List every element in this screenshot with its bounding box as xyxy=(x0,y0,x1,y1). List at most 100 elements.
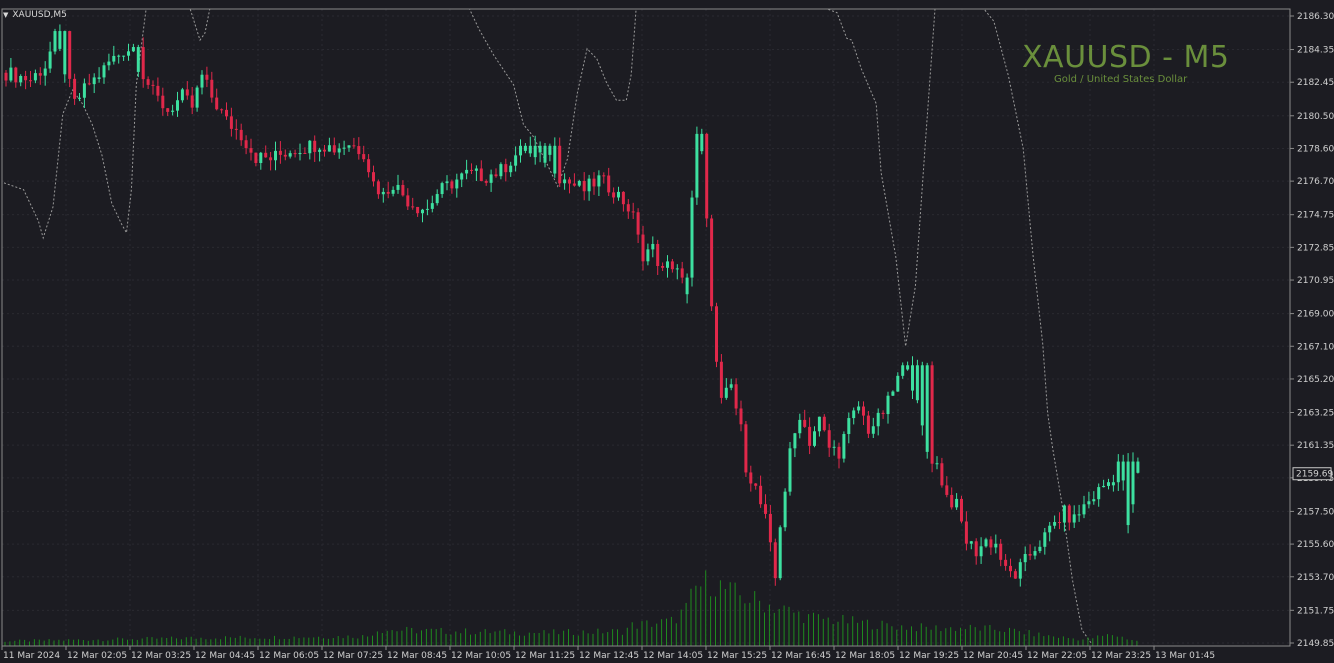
candle-body xyxy=(822,416,826,431)
price-tick-label: 2151.75 xyxy=(1297,606,1334,616)
candle-body xyxy=(450,181,454,189)
candle-body xyxy=(783,491,787,528)
price-tick-label: 2149.85 xyxy=(1297,639,1334,649)
candle-body xyxy=(636,212,640,235)
candle-body xyxy=(1121,461,1125,481)
candle-body xyxy=(38,73,42,76)
candle-body xyxy=(788,448,792,492)
candle-body xyxy=(935,463,939,465)
candle-body xyxy=(764,504,767,514)
candle-body xyxy=(489,174,493,183)
candle-body xyxy=(435,194,439,204)
chart-header[interactable]: ▼ XAUUSD,M5 xyxy=(3,8,67,22)
candle-body xyxy=(376,181,380,195)
price-tick-label: 2180.50 xyxy=(1297,112,1334,122)
candle-body xyxy=(195,87,199,108)
candle-body xyxy=(107,61,111,66)
time-axis[interactable]: 11 Mar 2024 12 Mar 02:05 12 Mar 03:25 12 Ma… xyxy=(1,646,1215,661)
candle-body xyxy=(582,180,586,192)
candle-body xyxy=(528,145,532,154)
candle-body xyxy=(886,395,890,415)
price-axis[interactable]: 2186.30 2184.35 2182.45 2180.50 2178.60 2176.… xyxy=(1290,12,1334,649)
candle-body xyxy=(411,206,415,208)
candle-body xyxy=(1067,505,1071,523)
candle-body xyxy=(425,208,429,210)
candle-body xyxy=(180,89,184,101)
candle-body xyxy=(881,412,885,415)
candle-body xyxy=(715,306,718,362)
time-tick-label: 12 Mar 20:45 xyxy=(963,651,1023,661)
price-chart[interactable]: 2186.30 2184.35 2182.45 2180.50 2178.60 2176.… xyxy=(0,0,1334,663)
watermark-description: Gold / United States Dollar xyxy=(1054,74,1188,85)
candle-body xyxy=(24,75,28,81)
candle-body xyxy=(29,80,32,82)
candle-body xyxy=(347,145,351,148)
price-tick-label: 2155.60 xyxy=(1297,540,1334,550)
chart-frame xyxy=(1,8,1291,647)
candle-body xyxy=(1116,461,1120,483)
candle-body xyxy=(964,521,968,544)
candle-body xyxy=(283,154,287,157)
candle-body xyxy=(68,31,72,79)
candle-body xyxy=(63,31,67,75)
candle-body xyxy=(117,55,121,57)
time-tick-label: 12 Mar 06:05 xyxy=(259,651,319,661)
candle-body xyxy=(597,175,601,187)
candle-body xyxy=(994,543,998,548)
candle-body xyxy=(73,78,77,99)
candle-body xyxy=(1028,553,1032,556)
candle-body xyxy=(396,184,400,190)
time-tick-label: 12 Mar 14:05 xyxy=(643,651,703,661)
candle-body xyxy=(803,419,807,427)
chart-window: ▼ XAUUSD,M5 XAUUSD - M5 Gold / United St… xyxy=(0,0,1334,663)
price-tick-label: 2172.85 xyxy=(1297,243,1334,253)
candle-body xyxy=(974,541,978,557)
candle-body xyxy=(955,498,959,508)
candle-body xyxy=(249,148,253,153)
candle-body xyxy=(327,145,331,152)
candle-body xyxy=(847,418,851,435)
candle-body xyxy=(813,431,816,446)
candle-body xyxy=(901,365,905,376)
candle-body xyxy=(969,541,973,544)
candle-body xyxy=(915,365,919,401)
candle-body xyxy=(288,153,292,157)
candle-body xyxy=(641,234,645,262)
candle-body xyxy=(48,51,52,69)
candle-body xyxy=(372,172,375,182)
time-tick-label: 12 Mar 18:05 xyxy=(835,651,895,661)
candle-body xyxy=(386,191,390,194)
candle-body xyxy=(494,174,498,177)
candle-body xyxy=(239,129,243,141)
time-tick-label: 12 Mar 23:25 xyxy=(1091,651,1151,661)
candle-body xyxy=(215,97,219,110)
time-tick-label: 12 Mar 08:45 xyxy=(387,651,447,661)
candle-body xyxy=(470,169,473,171)
candle-body xyxy=(695,133,699,198)
candle-body xyxy=(710,218,714,307)
candle-body xyxy=(381,191,385,195)
dropdown-arrow-icon[interactable]: ▼ xyxy=(3,11,8,19)
candle-body xyxy=(871,426,875,434)
candle-body xyxy=(166,108,170,112)
time-tick-label: 12 Mar 04:45 xyxy=(195,651,255,661)
candle-body xyxy=(666,261,669,268)
candle-body xyxy=(876,412,880,427)
candle-body xyxy=(631,211,635,213)
candle-body xyxy=(269,157,273,161)
candle-body xyxy=(719,361,723,398)
candle-body xyxy=(401,184,405,196)
price-tick-label: 2176.70 xyxy=(1297,177,1334,187)
candle-body xyxy=(739,408,743,425)
candle-body xyxy=(857,406,861,411)
candle-body xyxy=(862,406,865,416)
price-tick-label: 2174.75 xyxy=(1297,211,1334,221)
candle-body xyxy=(234,128,238,130)
price-tick-label: 2161.35 xyxy=(1297,441,1334,451)
candle-body xyxy=(1013,571,1017,579)
candle-body xyxy=(78,97,81,99)
watermark-symbol: XAUUSD - M5 xyxy=(1022,40,1230,75)
candle-body xyxy=(793,433,797,449)
price-tick-label: 2186.30 xyxy=(1297,12,1334,22)
candle-body xyxy=(602,175,606,177)
